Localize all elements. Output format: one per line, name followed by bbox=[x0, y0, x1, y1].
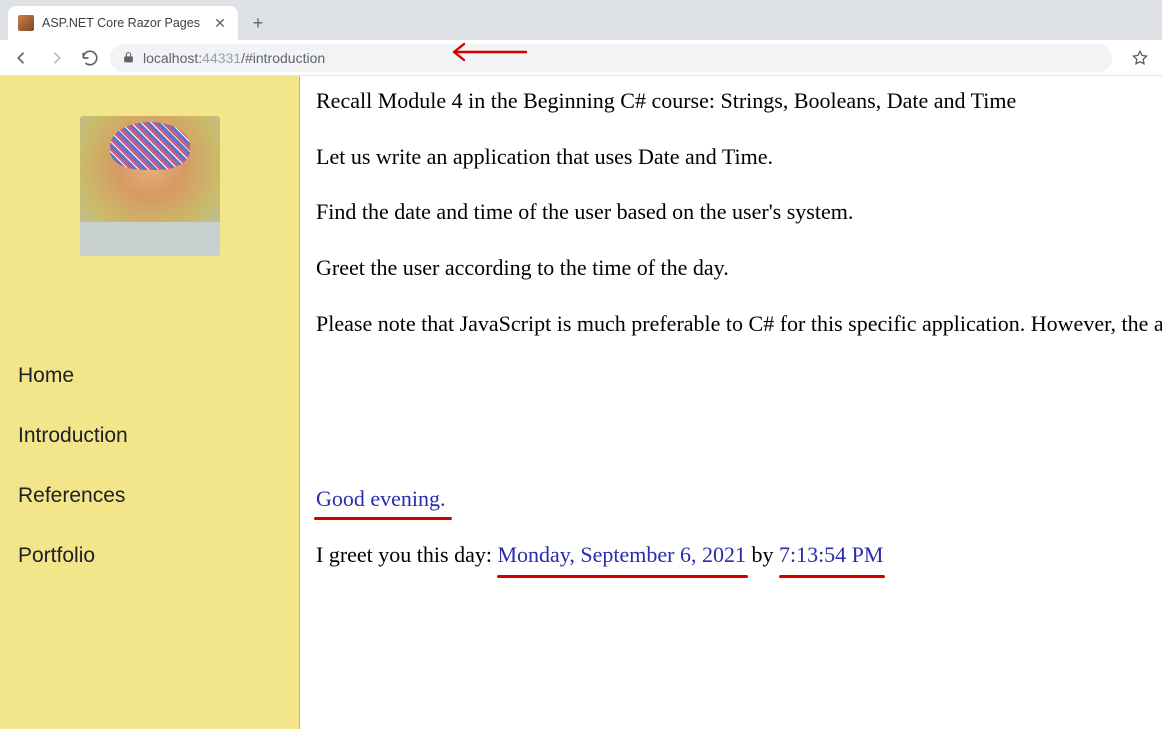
sidebar: Home Introduction References Portfolio bbox=[0, 76, 300, 729]
greet-prefix: I greet you this day: bbox=[316, 542, 497, 567]
nav-item-portfolio[interactable]: Portfolio bbox=[0, 526, 299, 586]
nav-item-references[interactable]: References bbox=[0, 466, 299, 526]
nav-label: Home bbox=[18, 364, 74, 387]
tab-strip: ASP.NET Core Razor Pages ✕ + bbox=[0, 0, 1162, 40]
main-content: Recall Module 4 in the Beginning C# cour… bbox=[300, 76, 1162, 729]
toolbar: localhost:44331/#introduction bbox=[0, 40, 1162, 76]
by-text: by bbox=[746, 542, 779, 567]
date-line: I greet you this day: Monday, September … bbox=[316, 540, 1162, 570]
nav-label: References bbox=[18, 484, 125, 507]
page-viewport: Home Introduction References Portfolio R… bbox=[0, 76, 1162, 729]
paragraph: Recall Module 4 in the Beginning C# cour… bbox=[316, 86, 1162, 116]
address-bar[interactable]: localhost:44331/#introduction bbox=[110, 44, 1112, 72]
time-value: 7:13:54 PM bbox=[779, 540, 884, 570]
date-value: Monday, September 6, 2021 bbox=[497, 540, 745, 570]
paragraph: Let us write an application that uses Da… bbox=[316, 142, 1162, 172]
back-button[interactable] bbox=[8, 44, 36, 72]
nav-list: Home Introduction References Portfolio bbox=[0, 346, 299, 586]
close-icon[interactable]: ✕ bbox=[212, 15, 228, 31]
nav-label: Introduction bbox=[18, 424, 128, 447]
new-tab-button[interactable]: + bbox=[244, 9, 272, 37]
paragraph: Please note that JavaScript is much pref… bbox=[316, 309, 1162, 339]
paragraph: Greet the user according to the time of … bbox=[316, 253, 1162, 283]
nav-label: Portfolio bbox=[18, 544, 95, 567]
spacer bbox=[316, 364, 1162, 484]
nav-item-home[interactable]: Home bbox=[0, 346, 299, 406]
reload-button[interactable] bbox=[76, 44, 104, 72]
url-text: localhost:44331/#introduction bbox=[143, 50, 325, 66]
favicon-icon bbox=[18, 15, 34, 31]
annotation-arrow-icon bbox=[448, 40, 528, 67]
tab-title: ASP.NET Core Razor Pages bbox=[42, 16, 204, 30]
greeting-text: Good evening. bbox=[316, 484, 446, 514]
forward-button[interactable] bbox=[42, 44, 70, 72]
paragraph: Find the date and time of the user based… bbox=[316, 197, 1162, 227]
browser-tab[interactable]: ASP.NET Core Razor Pages ✕ bbox=[8, 6, 238, 40]
avatar-container bbox=[0, 116, 299, 256]
lock-icon bbox=[122, 51, 135, 64]
bookmark-icon[interactable] bbox=[1126, 44, 1154, 72]
avatar bbox=[80, 116, 220, 256]
greeting-line: Good evening. bbox=[316, 484, 1162, 514]
nav-item-introduction[interactable]: Introduction bbox=[0, 406, 299, 466]
